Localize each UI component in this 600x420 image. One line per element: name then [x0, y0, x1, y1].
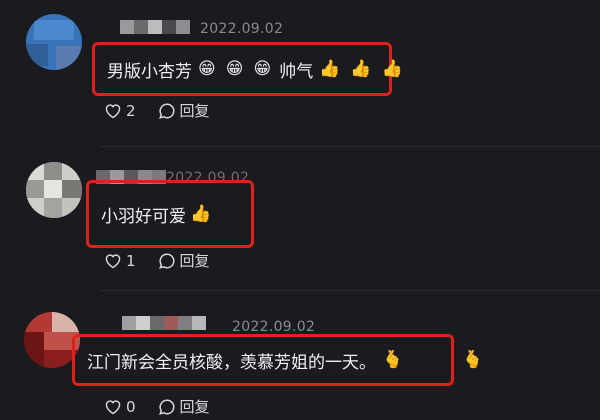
username-pixelated[interactable] [120, 20, 190, 34]
thumbs-up-emoji-icon: 👍 [319, 59, 341, 79]
highlighted-comment-text: 小羽好可爱 👍 [86, 180, 254, 248]
comment-text: 男版小杏芳 [107, 61, 192, 82]
comment-text: 江门新会全员核酸，羡慕芳姐的一天。 [87, 352, 376, 373]
thumbs-up-emoji-icon: 👍 [381, 59, 403, 79]
reply-button[interactable]: 回复 [158, 396, 210, 417]
like-count: 0 [126, 397, 136, 416]
highlighted-comment-text: 男版小杏芳 😁 😁 😁 帅气 👍 👍 👍 [92, 42, 403, 96]
reply-button[interactable]: 回复 [158, 250, 210, 271]
comment-date: 2022.09.02 [200, 21, 284, 37]
comment-date: 2022.09.02 [232, 319, 316, 335]
comment-actions: 2 回复 [104, 100, 232, 121]
comment-item: 2022.09.02 小羽好可爱 👍 1 回复 [0, 150, 600, 285]
finger-heart-emoji-icon: 🫰 [462, 350, 484, 370]
like-button[interactable]: 1 [104, 252, 136, 270]
comment-text: 小羽好可爱 [101, 206, 186, 227]
comment-actions: 1 回复 [104, 250, 232, 271]
speech-bubble-icon [158, 398, 175, 415]
comment-item: 2022.09.02 江门新会全员核酸，羡慕芳姐的一天。 🫰 🫰 0 回复 [0, 300, 600, 420]
thumbs-up-emoji-icon: 👍 [190, 204, 212, 224]
finger-heart-emoji-icon: 🫰 [382, 350, 404, 370]
grin-emoji-icon: 😁 [198, 59, 216, 79]
heart-outline-icon [105, 253, 121, 268]
thumbs-up-emoji-icon: 👍 [350, 59, 372, 79]
comment-actions: 0 回复 [104, 396, 232, 417]
grin-emoji-icon: 😁 [253, 59, 272, 79]
like-button[interactable]: 0 [104, 398, 136, 416]
heart-outline-icon [105, 399, 121, 414]
avatar[interactable] [26, 162, 82, 218]
avatar[interactable] [26, 14, 82, 70]
heart-outline-icon [105, 103, 121, 118]
comment-trail-text: 帅气 [279, 61, 314, 82]
reply-label: 回复 [179, 398, 210, 416]
speech-bubble-icon [158, 252, 175, 269]
like-button[interactable]: 2 [104, 102, 136, 120]
comment-item: 2022.09.02 男版小杏芳 😁 😁 😁 帅气 👍 👍 👍 2 回复 [0, 0, 600, 140]
grin-emoji-icon: 😁 [225, 59, 244, 79]
speech-bubble-icon [158, 102, 175, 119]
highlighted-comment-text: 江门新会全员核酸，羡慕芳姐的一天。 🫰 [72, 334, 454, 386]
reply-label: 回复 [179, 252, 210, 270]
divider [100, 146, 600, 147]
like-count: 1 [126, 251, 136, 270]
username-pixelated[interactable] [122, 316, 206, 330]
like-count: 2 [126, 101, 136, 120]
reply-label: 回复 [179, 102, 210, 120]
reply-button[interactable]: 回复 [158, 100, 210, 121]
divider [100, 290, 600, 291]
